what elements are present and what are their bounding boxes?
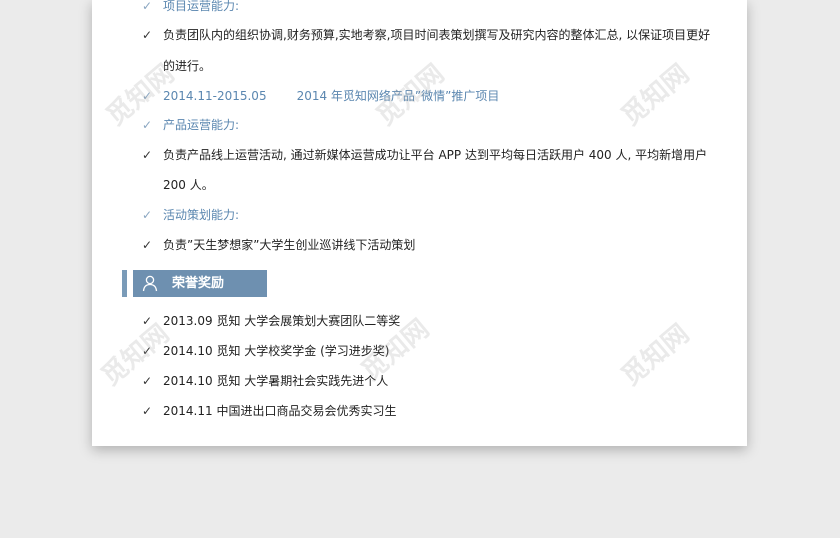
check-icon: ✓ [142,374,153,388]
label-project-ops: ✓ 项目运营能力: [92,0,712,16]
bullet-event-planning: ✓ 负责”天生梦想家”大学生创业巡讲线下活动策划 [92,235,712,255]
bullet-continuation: 的进行。 [163,59,212,73]
bullet-project-ops: ✓ 负责团队内的组织协调,财务预算,实地考察,项目时间表策划撰写及研究内容的整体… [92,25,712,45]
honor-item: ✓ 2013.09 觅知 大学会展策划大赛团队二等奖 [92,311,712,331]
check-icon: ✓ [142,118,153,132]
check-icon: ✓ [142,344,153,358]
section-accent-stripe [122,270,127,297]
bullet-product-ops: ✓ 负责产品线上运营活动, 通过新媒体运营成功让平台 APP 达到平均每日活跃用… [92,145,712,165]
honor-item: ✓ 2014.10 觅知 大学校奖学金 (学习进步奖) [92,341,712,361]
check-icon: ✓ [142,0,153,13]
section-title: 荣誉奖励 [172,276,225,291]
label-project-period: ✓ 2014.11-2015.05 2014 年觅知网络产品”微情”推广项目 [92,86,712,106]
user-icon [142,275,158,292]
bullet-continuation: 200 人。 [163,178,214,192]
resume-page: ✓ 项目运营能力: ✓ 负责团队内的组织协调,财务预算,实地考察,项目时间表策划… [92,0,747,446]
check-icon: ✓ [142,404,153,418]
check-icon: ✓ [142,208,153,222]
check-icon: ✓ [142,238,153,252]
honor-item: ✓ 2014.11 中国进出口商品交易会优秀实习生 [92,401,712,421]
project-name: 2014 年觅知网络产品”微情”推广项目 [296,89,500,103]
honors-section-header: 荣誉奖励 [122,270,267,297]
check-icon: ✓ [142,314,153,328]
label-event-planning: ✓ 活动策划能力: [92,205,712,225]
check-icon: ✓ [142,89,153,103]
check-icon: ✓ [142,148,153,162]
check-icon: ✓ [142,28,153,42]
honor-item: ✓ 2014.10 觅知 大学暑期社会实践先进个人 [92,371,712,391]
label-product-ops: ✓ 产品运营能力: [92,115,712,135]
project-date: 2014.11-2015.05 [163,89,267,103]
